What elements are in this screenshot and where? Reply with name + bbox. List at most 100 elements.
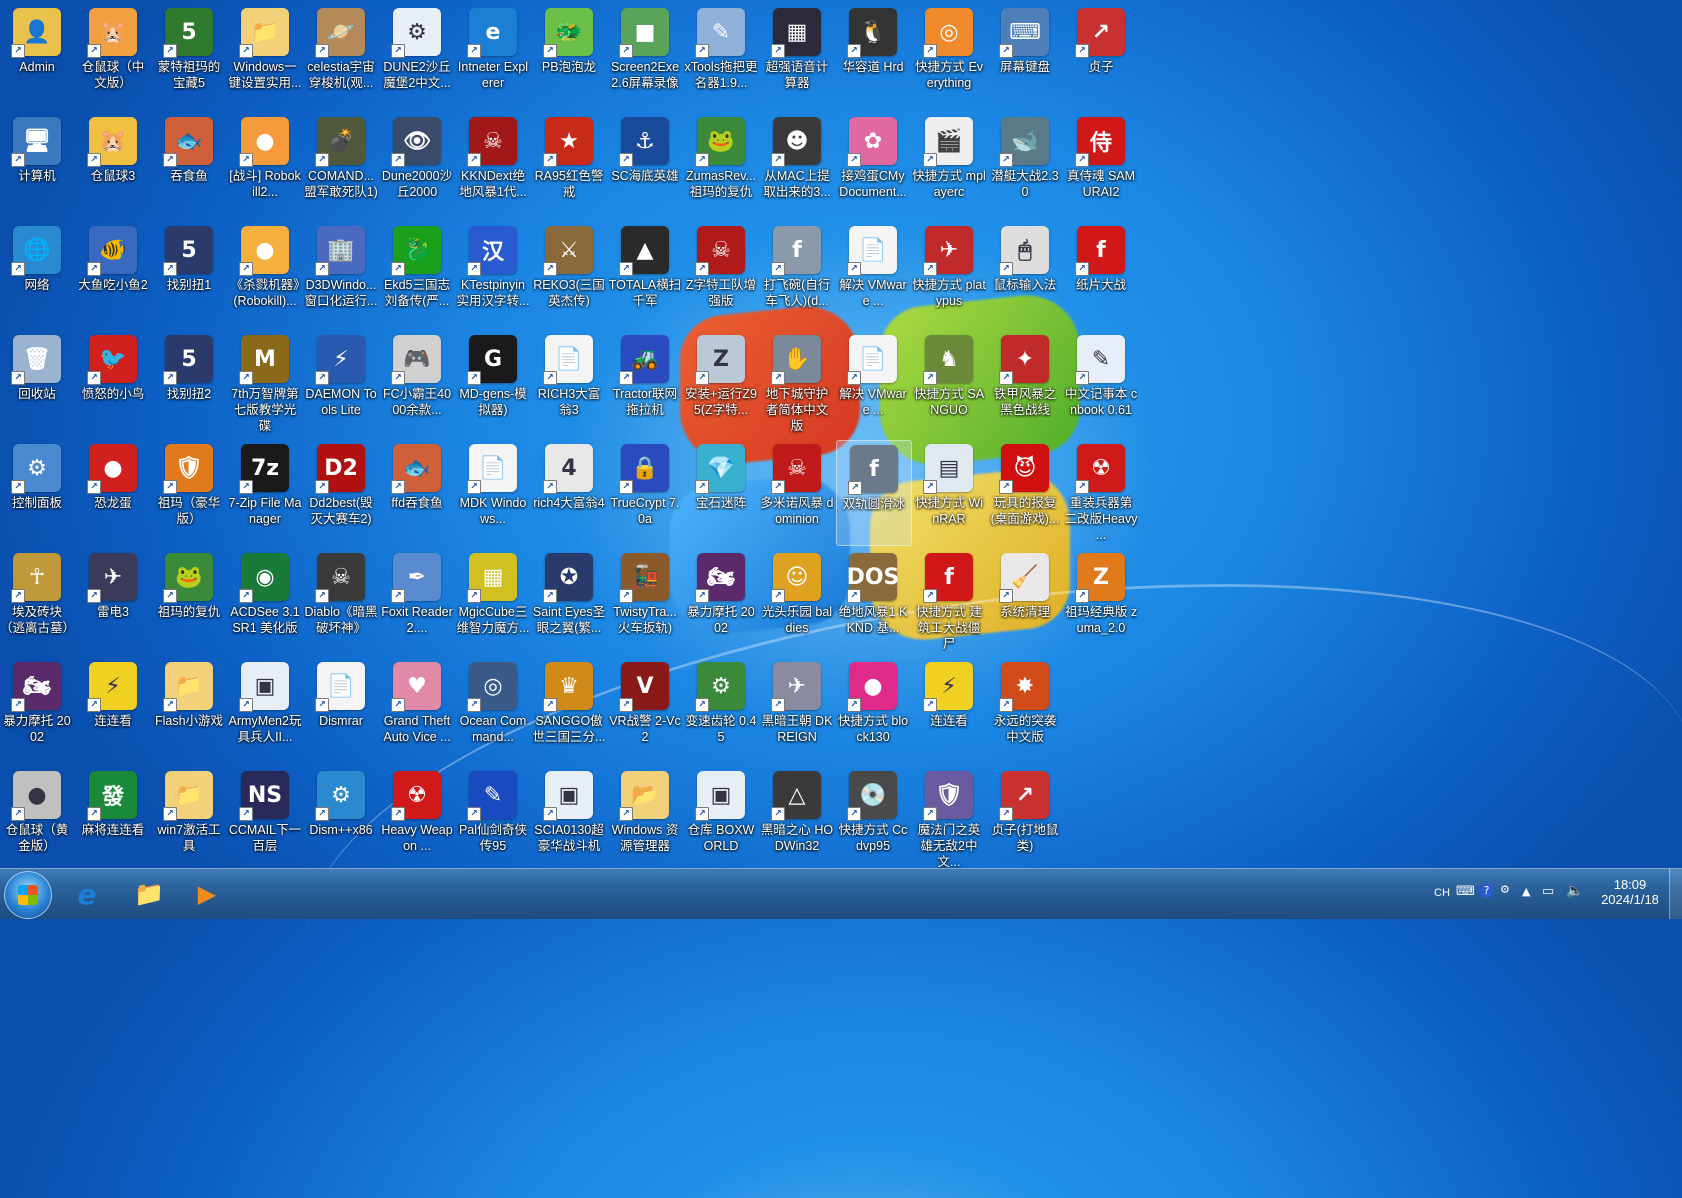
desktop-icon[interactable]: ■ ↗ Screen2Exe 2.6屏幕录像: [608, 4, 682, 108]
desktop-icon[interactable]: 🐋 ↗ 潜艇大战2.30: [988, 113, 1062, 217]
taskbar-pin-file-explorer[interactable]: 📁: [122, 873, 176, 915]
desktop-icon[interactable]: f ↗ 双轨圆滑冰: [836, 440, 912, 546]
desktop-icon[interactable]: ↗ ↗ 贞子: [1064, 4, 1138, 108]
desktop-icon[interactable]: 4 ↗ rich4大富翁4: [532, 440, 606, 544]
desktop-icon[interactable]: 🐹 ↗ 仓鼠球（中文版）: [76, 4, 150, 108]
desktop-icon[interactable]: ✎ ↗ 中文记事本 cnbook 0.61: [1064, 331, 1138, 435]
desktop-icon[interactable]: 🚂 ↗ TwistyTra...火车扳轨): [608, 549, 682, 653]
desktop-icon[interactable]: 😈 ↗ 玩具的报复(桌面游戏)...: [988, 440, 1062, 544]
desktop-icon[interactable]: ↗ ↗ 贞子(打地鼠类): [988, 767, 1062, 871]
desktop-icon[interactable]: ☺ ↗ 光头乐园 baldies: [760, 549, 834, 653]
desktop-icon[interactable]: 汉 ↗ KTestpinyin实用汉字转...: [456, 222, 530, 326]
desktop-icon[interactable]: f ↗ 快捷方式 建筑工大战僵尸: [912, 549, 986, 653]
desktop-icon[interactable]: ✦ ↗ 铁甲风暴之黑色战线: [988, 331, 1062, 435]
desktop-icon[interactable]: ✈ ↗ 雷电3: [76, 549, 150, 653]
desktop-icon[interactable]: 📄 ↗ 解决 VMware ...: [836, 331, 910, 435]
desktop-icon[interactable]: 🏍 ↗ 暴力摩托 2002: [684, 549, 758, 653]
desktop-icon[interactable]: 🖱 ↗ 鼠标输入法: [988, 222, 1062, 326]
network-tray-icon[interactable]: ▭: [1542, 884, 1554, 899]
desktop-icon[interactable]: 🎮 ↗ FC小霸王4000余款...: [380, 331, 454, 435]
desktop-icon[interactable]: ⚙ ↗ 变速齿轮 0.45: [684, 658, 758, 762]
desktop-icon[interactable]: ⚔ ↗ REKO3(三国英杰传): [532, 222, 606, 326]
desktop-icon[interactable]: 💎 ↗ 宝石迷阵: [684, 440, 758, 544]
start-button[interactable]: [4, 871, 52, 919]
desktop-icon[interactable]: 🐉 ↗ Ekd5三国志刘备传(严...: [380, 222, 454, 326]
taskbar-pin-media-player[interactable]: ▶: [180, 873, 234, 915]
desktop-icon[interactable]: 🐠 ↗ 大鱼吃小鱼2: [76, 222, 150, 326]
desktop-icon[interactable]: ☠ ↗ KKNDext绝地风暴1代...: [456, 113, 530, 217]
desktop-icon[interactable]: ⚡ ↗ 连连看: [76, 658, 150, 762]
desktop-icon[interactable]: e ↗ Intneter Explerer: [456, 4, 530, 108]
desktop-icon[interactable]: 📄 ↗ 解决 VMware ...: [836, 222, 910, 326]
desktop-icon[interactable]: ▣ ↗ SCIA0130超豪华战斗机: [532, 767, 606, 871]
desktop-icon[interactable]: 📁 ↗ win7激活工具: [152, 767, 226, 871]
desktop-icon[interactable]: ● ↗ 仓鼠球（黄金版）: [0, 767, 74, 871]
help-icon[interactable]: ?: [1479, 883, 1494, 898]
desktop-icon[interactable]: G ↗ MD-gens-模拟器): [456, 331, 530, 435]
desktop-icon[interactable]: 發 ↗ 麻将连连看: [76, 767, 150, 871]
desktop-icon[interactable]: ☢ ↗ Heavy Weapon ...: [380, 767, 454, 871]
desktop-icon[interactable]: 🐧 ↗ 华容道 Hrd: [836, 4, 910, 108]
desktop-icon[interactable]: ✋ ↗ 地下城守护者简体中文版: [760, 331, 834, 435]
desktop-icon[interactable]: Z ↗ 安装+运行Z95(Z字特...: [684, 331, 758, 435]
desktop-icon[interactable]: ● ↗ 《杀戮机器》(Robokill)...: [228, 222, 302, 326]
desktop-icon[interactable]: ☠ ↗ 多米诺风暴 dominion: [760, 440, 834, 544]
desktop-icon[interactable]: 👤 ↗ Admin: [0, 4, 74, 108]
desktop-icon[interactable]: 5 ↗ 找别扭2: [152, 331, 226, 435]
desktop-icon[interactable]: ▦ ↗ 超强语音计算器: [760, 4, 834, 108]
desktop-icon[interactable]: ☢ ↗ 重装兵器第二改版Heavy ...: [1064, 440, 1138, 544]
desktop-icon[interactable]: ● ↗ [战斗] Robokill2...: [228, 113, 302, 217]
desktop-icon[interactable]: ▣ ↗ ArmyMen2玩具兵人II...: [228, 658, 302, 762]
desktop-icon[interactable]: ✈ ↗ 快捷方式 platypus: [912, 222, 986, 326]
desktop-icon[interactable]: f ↗ 纸片大战: [1064, 222, 1138, 326]
desktop-icon[interactable]: ✒ ↗ Foxit Reader 2....: [380, 549, 454, 653]
desktop-icon[interactable]: f ↗ 打飞碗(自行车飞人)(d...: [760, 222, 834, 326]
desktop-icon[interactable]: ● ↗ 快捷方式 block130: [836, 658, 910, 762]
volume-icon[interactable]: 🔈: [1566, 883, 1583, 899]
desktop-icon[interactable]: 🐲 ↗ PB泡泡龙: [532, 4, 606, 108]
desktop-icon[interactable]: 🛡 ↗ 魔法门之英雄无敌2中文...: [912, 767, 986, 871]
desktop-icon[interactable]: D2 ↗ Dd2best(毁灭大赛车2): [304, 440, 378, 544]
desktop-icon[interactable]: ⚙ ↗ DUNE2沙丘魔堡2中文...: [380, 4, 454, 108]
desktop-icon[interactable]: ★ ↗ RA95红色警戒: [532, 113, 606, 217]
desktop-icon[interactable]: 🐟 ↗ 吞食鱼: [152, 113, 226, 217]
desktop-icon[interactable]: M ↗ 7th万智牌第七版教学光碟: [228, 331, 302, 435]
desktop-icon[interactable]: ✎ ↗ Pal仙剑奇侠传95: [456, 767, 530, 871]
desktop-icon[interactable]: 7z ↗ 7-Zip File Manager: [228, 440, 302, 544]
desktop-icon[interactable]: 🛡 ↗ 祖玛（豪华版）: [152, 440, 226, 544]
desktop-icon[interactable]: ⚡ ↗ 连连看: [912, 658, 986, 762]
desktop-icon[interactable]: ● ↗ 恐龙蛋: [76, 440, 150, 544]
desktop-icon[interactable]: ☠ ↗ Z字特工队增强版: [684, 222, 758, 326]
tray-expand-icon[interactable]: ▲: [1522, 885, 1530, 898]
desktop-icon[interactable]: 📄 ↗ RICH3大富翁3: [532, 331, 606, 435]
desktop-icon[interactable]: ▲ ↗ TOTALA横扫千军: [608, 222, 682, 326]
desktop-icon[interactable]: 5 ↗ 找别扭1: [152, 222, 226, 326]
desktop-icon[interactable]: 🏢 ↗ D3DWindo...窗口化运行...: [304, 222, 378, 326]
desktop-icon[interactable]: ☻ ↗ 从MAC上提取出来的3...: [760, 113, 834, 217]
desktop-icon[interactable]: ▣ ↗ 仓库 BOXWORLD: [684, 767, 758, 871]
desktop-icon[interactable]: V ↗ VR战警 2-Vc2: [608, 658, 682, 762]
desktop-icon[interactable]: ▤ ↗ 快捷方式 WinRAR: [912, 440, 986, 544]
desktop-icon[interactable]: 💣 ↗ COMAND...盟军敢死队1): [304, 113, 378, 217]
keyboard-icon[interactable]: ⌨: [1456, 884, 1475, 899]
desktop-icon[interactable]: 🎬 ↗ 快捷方式 mplayerc: [912, 113, 986, 217]
desktop-icon[interactable]: Z ↗ 祖玛经典版 zuma_2.0: [1064, 549, 1138, 653]
desktop-icon[interactable]: 📄 ↗ MDK Windows...: [456, 440, 530, 544]
ime-indicator[interactable]: CH: [1434, 887, 1450, 899]
desktop-icon[interactable]: ◉ ↗ ACDSee 3.1 SR1 美化版: [228, 549, 302, 653]
desktop-icon[interactable]: ☥ ↗ 埃及砖块（逃离古墓）: [0, 549, 74, 653]
desktop-icon[interactable]: 📄 ↗ Dismrar: [304, 658, 378, 762]
desktop-icon[interactable]: 🪐 ↗ celestia宇宙穿梭机(观...: [304, 4, 378, 108]
desktop-icon[interactable]: 📁 ↗ Windows一键设置实用...: [228, 4, 302, 108]
desktop-icon[interactable]: 👁 ↗ Dune2000沙丘2000: [380, 113, 454, 217]
desktop-icon[interactable]: ⚓ ↗ SC海底英雄: [608, 113, 682, 217]
desktop-icon[interactable]: 🐸 ↗ ZumasRev...祖玛的复仇: [684, 113, 758, 217]
desktop-icon[interactable]: DOS ↗ 绝地风暴1 KKND 基...: [836, 549, 910, 653]
desktop-icon[interactable]: 5 ↗ 蒙特祖玛的宝藏5: [152, 4, 226, 108]
options-icon[interactable]: ⚙: [1500, 883, 1510, 896]
desktop-icon[interactable]: ⌨ ↗ 屏幕键盘: [988, 4, 1062, 108]
desktop-icon[interactable]: ✪ ↗ Saint Eyes圣眼之翼(繁...: [532, 549, 606, 653]
desktop-icon[interactable]: 🐦 ↗ 愤怒的小鸟: [76, 331, 150, 435]
desktop-icon[interactable]: △ ↗ 黑暗之心 HODWin32: [760, 767, 834, 871]
desktop-icon[interactable]: NS ↗ CCMAIL下一百层: [228, 767, 302, 871]
